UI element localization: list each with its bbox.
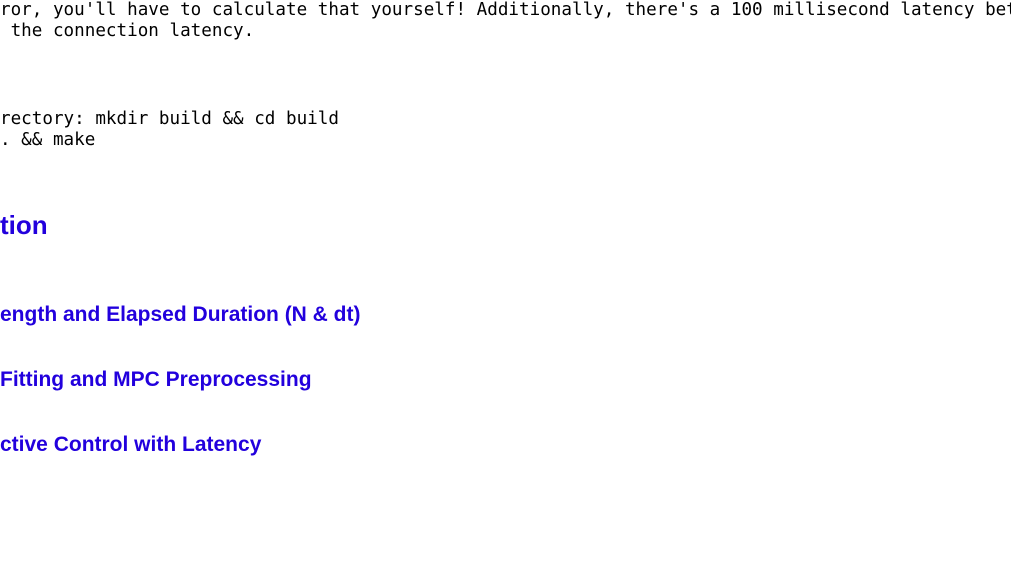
intro-text-line-1: ror, you'll have to calculate that yours… — [0, 0, 1011, 20]
subsection-heading-timestep: ength and Elapsed Duration (N & dt) — [0, 303, 361, 326]
section-heading: tion — [0, 210, 48, 240]
build-instruction-line-2: . && make — [0, 130, 96, 150]
subsection-heading-model-predictive-control: ctive Control with Latency — [0, 433, 262, 456]
subsection-heading-polynomial-fitting: Fitting and MPC Preprocessing — [0, 368, 312, 391]
document-page: ror, you'll have to calculate that yours… — [0, 0, 1011, 570]
build-instruction-line-1: rectory: mkdir build && cd build — [0, 109, 339, 129]
intro-text-line-2: the connection latency. — [0, 21, 255, 41]
